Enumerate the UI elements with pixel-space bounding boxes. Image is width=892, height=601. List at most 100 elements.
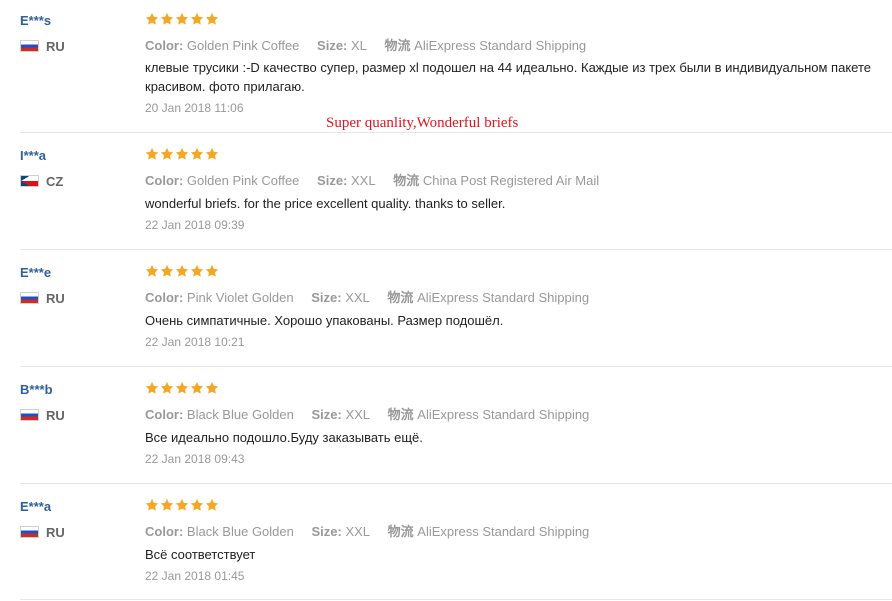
ru-flag-icon: [20, 292, 39, 304]
color-label: Color:: [145, 524, 184, 539]
size-label: Size:: [311, 524, 342, 539]
reviewer-country: RU: [20, 38, 65, 54]
order-meta: Color: Black Blue Golden Size: XXL 物流 Al…: [145, 521, 589, 540]
star-icon: [145, 381, 159, 395]
review-divider: [20, 249, 892, 250]
color-label: Color:: [145, 38, 184, 53]
color-value: Pink Violet Golden: [186, 290, 294, 305]
star-icon: [190, 498, 204, 512]
color-label: Color:: [145, 173, 184, 188]
reviewer-name[interactable]: E***s: [20, 13, 51, 28]
star-icon: [190, 381, 204, 395]
country-code: RU: [46, 407, 65, 423]
size-label: Size:: [317, 38, 348, 53]
reviewer-country: RU: [20, 524, 65, 540]
star-rating: [145, 381, 219, 397]
order-meta: Color: Golden Pink Coffee Size: XXL 物流 C…: [145, 170, 599, 189]
ru-flag-icon: [20, 409, 39, 421]
reviewer-name[interactable]: E***a: [20, 499, 51, 514]
star-icon: [160, 498, 174, 512]
shipping-label: 物流: [387, 407, 414, 422]
review-date: 22 Jan 2018 01:45: [145, 569, 245, 583]
review-text: wonderful briefs. for the price excellen…: [145, 196, 506, 211]
shipping-value: AliExpress Standard Shipping: [414, 38, 587, 53]
reviewer-country: CZ: [20, 173, 64, 189]
review-divider: [20, 599, 892, 600]
color-value: Black Blue Golden: [186, 524, 294, 539]
review-date: 22 Jan 2018 09:43: [145, 452, 245, 466]
country-code: CZ: [46, 173, 64, 189]
review-text: Все идеально подошло.Буду заказывать ещё…: [145, 430, 423, 445]
country-code: RU: [46, 38, 65, 54]
color-value: Golden Pink Coffee: [186, 38, 300, 53]
star-icon: [190, 147, 204, 161]
star-icon: [205, 381, 219, 395]
reviewer-name[interactable]: E***e: [20, 265, 51, 280]
cz-flag-icon: [20, 175, 39, 187]
color-value: Golden Pink Coffee: [186, 173, 300, 188]
star-icon: [205, 498, 219, 512]
review-divider: [20, 132, 892, 133]
star-icon: [145, 147, 159, 161]
reviewer-country: RU: [20, 407, 65, 423]
star-icon: [190, 264, 204, 278]
star-rating: [145, 12, 219, 28]
overlay-caption: Super quanlity,Wonderful briefs: [326, 115, 519, 131]
review-date: 22 Jan 2018 10:21: [145, 335, 245, 349]
star-icon: [175, 147, 189, 161]
review-text: клевые трусики :-D качество супер, разме…: [145, 60, 871, 94]
country-code: RU: [46, 290, 65, 306]
star-icon: [175, 498, 189, 512]
color-value: Black Blue Golden: [186, 407, 294, 422]
star-icon: [190, 12, 204, 26]
size-label: Size:: [311, 290, 342, 305]
star-icon: [145, 498, 159, 512]
order-meta: Color: Pink Violet Golden Size: XXL 物流 A…: [145, 287, 589, 306]
ru-flag-icon: [20, 40, 39, 52]
order-meta: Color: Golden Pink Coffee Size: XL 物流 Al…: [145, 35, 586, 54]
color-label: Color:: [145, 290, 184, 305]
shipping-label: 物流: [384, 38, 411, 53]
star-icon: [175, 264, 189, 278]
shipping-value: AliExpress Standard Shipping: [417, 524, 590, 539]
size-label: Size:: [311, 407, 342, 422]
review-divider: [20, 366, 892, 367]
reviewer-name[interactable]: B***b: [20, 382, 53, 397]
review-divider: [20, 483, 892, 484]
star-icon: [175, 12, 189, 26]
star-icon: [145, 264, 159, 278]
review-text: Всё соответствует: [145, 547, 256, 562]
star-icon: [160, 381, 174, 395]
size-label: Size:: [317, 173, 348, 188]
star-icon: [205, 12, 219, 26]
star-rating: [145, 264, 219, 280]
star-icon: [175, 381, 189, 395]
star-rating: [145, 498, 219, 514]
review-text: Очень симпатичные. Хорошо упакованы. Раз…: [145, 313, 504, 328]
country-code: RU: [46, 524, 65, 540]
star-icon: [205, 147, 219, 161]
size-value: XXL: [351, 173, 376, 188]
shipping-value: AliExpress Standard Shipping: [417, 407, 590, 422]
size-value: XXL: [345, 290, 370, 305]
reviewer-name[interactable]: I***a: [20, 148, 46, 163]
shipping-label: 物流: [387, 290, 414, 305]
color-label: Color:: [145, 407, 184, 422]
shipping-value: China Post Registered Air Mail: [422, 173, 600, 188]
ru-flag-icon: [20, 526, 39, 538]
star-icon: [160, 264, 174, 278]
shipping-value: AliExpress Standard Shipping: [417, 290, 590, 305]
star-icon: [205, 264, 219, 278]
review-date: 20 Jan 2018 11:06: [145, 101, 244, 115]
star-icon: [160, 12, 174, 26]
star-icon: [160, 147, 174, 161]
star-rating: [145, 147, 219, 163]
star-icon: [145, 12, 159, 26]
size-value: XXL: [345, 524, 371, 539]
shipping-label: 物流: [387, 524, 414, 539]
shipping-label: 物流: [393, 173, 420, 188]
reviewer-country: RU: [20, 290, 65, 306]
size-value: XXL: [345, 407, 371, 422]
size-value: XL: [351, 38, 367, 53]
order-meta: Color: Black Blue Golden Size: XXL 物流 Al…: [145, 404, 589, 423]
